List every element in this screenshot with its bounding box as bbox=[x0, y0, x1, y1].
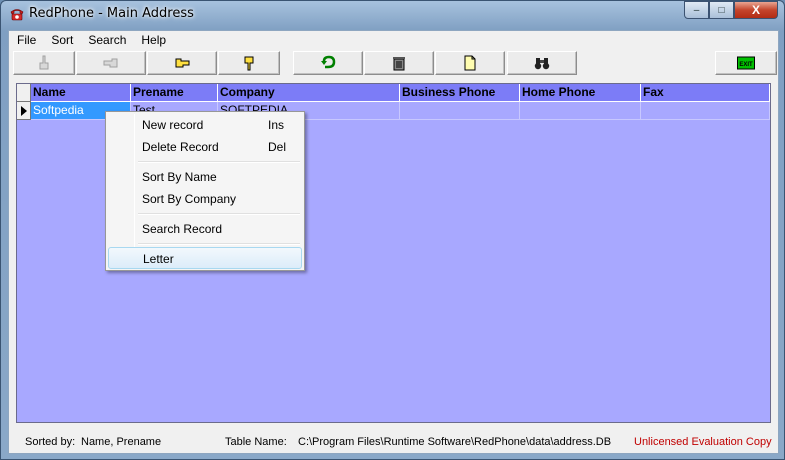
context-menu-separator bbox=[138, 161, 300, 163]
minimize-button[interactable]: – bbox=[684, 1, 709, 19]
context-item-delete-record[interactable]: Delete Record Del bbox=[108, 136, 302, 158]
column-header-company[interactable]: Company bbox=[218, 84, 400, 102]
context-item-label: Sort By Name bbox=[142, 170, 217, 184]
menu-sort[interactable]: Sort bbox=[43, 31, 80, 49]
red-phone-icon bbox=[10, 9, 24, 21]
hand-pointer-up-disabled-icon bbox=[39, 55, 49, 70]
cell-fax[interactable] bbox=[641, 102, 770, 120]
current-row-indicator-icon bbox=[17, 102, 31, 120]
last-record-button[interactable] bbox=[218, 51, 280, 75]
menu-search[interactable]: Search bbox=[80, 31, 133, 49]
toolbar: EXIT bbox=[11, 50, 777, 76]
maximize-icon: □ bbox=[718, 4, 725, 16]
sorted-by-value: Name, Prename bbox=[81, 436, 162, 448]
cell-business-phone[interactable] bbox=[400, 102, 520, 120]
context-item-label: Letter bbox=[143, 252, 174, 266]
context-item-shortcut: Del bbox=[268, 140, 287, 154]
new-document-icon bbox=[464, 55, 476, 71]
cell-home-phone[interactable] bbox=[520, 102, 641, 120]
context-item-label: Search Record bbox=[142, 222, 223, 236]
next-record-button[interactable] bbox=[147, 51, 217, 75]
exit-icon: EXIT bbox=[737, 56, 755, 70]
context-item-sort-by-company[interactable]: Sort By Company bbox=[108, 188, 302, 210]
caption-buttons: – □ X bbox=[684, 1, 778, 20]
column-header-fax[interactable]: Fax bbox=[641, 84, 770, 102]
context-menu: New record Ins Delete Record Del Sort By… bbox=[105, 111, 305, 271]
context-menu-separator bbox=[138, 213, 300, 215]
maximize-button[interactable]: □ bbox=[709, 1, 734, 19]
context-item-search-record[interactable]: Search Record bbox=[108, 218, 302, 240]
context-item-sort-by-name[interactable]: Sort By Name bbox=[108, 166, 302, 188]
context-item-label: New record bbox=[142, 118, 204, 132]
menu-bar: File Sort Search Help bbox=[9, 31, 778, 49]
column-header-business-phone[interactable]: Business Phone bbox=[400, 84, 520, 102]
new-button[interactable] bbox=[435, 51, 505, 75]
hand-pointer-down-icon bbox=[244, 56, 254, 71]
exit-button[interactable]: EXIT bbox=[715, 51, 777, 75]
column-header-home-phone[interactable]: Home Phone bbox=[520, 84, 641, 102]
trash-can-icon bbox=[393, 57, 405, 71]
table-name-value: C:\Program Files\Runtime Software\RedPho… bbox=[298, 436, 612, 448]
table-name-label: Table Name: bbox=[225, 436, 287, 448]
column-header-prename[interactable]: Prename bbox=[131, 84, 218, 102]
exit-label: EXIT bbox=[739, 62, 753, 68]
context-item-label: Sort By Company bbox=[142, 192, 237, 206]
app-window: RedPhone - Main Address – □ X File Sort … bbox=[0, 0, 785, 460]
first-record-button[interactable] bbox=[13, 51, 75, 75]
close-icon: X bbox=[751, 3, 760, 17]
binoculars-icon bbox=[534, 58, 550, 70]
hand-pointer-right-icon bbox=[175, 58, 190, 68]
context-menu-separator bbox=[138, 243, 300, 245]
row-indicator-header bbox=[17, 84, 31, 102]
minimize-icon: – bbox=[693, 4, 700, 16]
menu-file[interactable]: File bbox=[9, 31, 43, 49]
context-item-shortcut: Ins bbox=[268, 118, 285, 132]
title-bar[interactable]: RedPhone - Main Address – □ X bbox=[1, 1, 784, 29]
license-status: Unlicensed Evaluation Copy bbox=[634, 436, 772, 448]
hand-pointer-left-disabled-icon bbox=[103, 58, 118, 68]
close-button[interactable]: X bbox=[734, 1, 778, 19]
search-button[interactable] bbox=[507, 51, 577, 75]
undo-arrow-icon bbox=[321, 55, 336, 69]
delete-button[interactable] bbox=[364, 51, 434, 75]
column-header-name[interactable]: Name bbox=[31, 84, 131, 102]
undo-button[interactable] bbox=[293, 51, 363, 75]
context-item-new-record[interactable]: New record Ins bbox=[108, 114, 302, 136]
status-bar: Sorted by: Name, Prename Table Name: C:\… bbox=[9, 431, 778, 453]
grid-header: Name Prename Company Business Phone Home… bbox=[17, 84, 770, 102]
menu-help[interactable]: Help bbox=[133, 31, 173, 49]
context-item-label: Delete Record bbox=[142, 140, 219, 154]
context-item-letter[interactable]: Letter bbox=[108, 247, 302, 269]
window-title: RedPhone - Main Address bbox=[29, 6, 194, 21]
prior-record-button[interactable] bbox=[76, 51, 146, 75]
sorted-by-label: Sorted by: bbox=[25, 436, 76, 448]
